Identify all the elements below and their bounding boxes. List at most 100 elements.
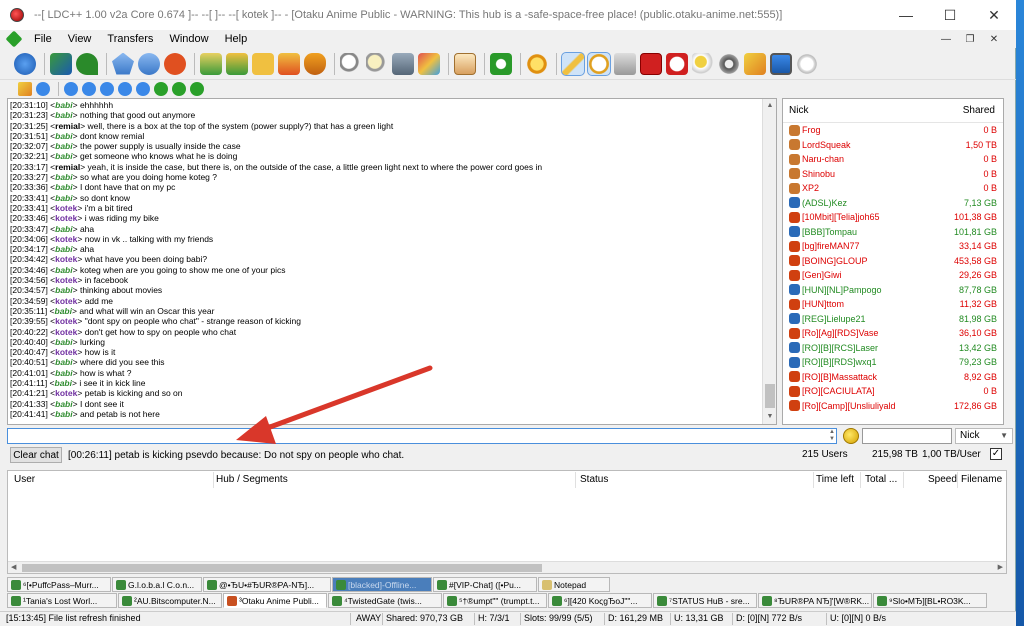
chat-nick[interactable]: babi [55,244,72,254]
chat-nick[interactable]: kotek [55,296,77,306]
lightning-icon[interactable] [744,52,766,75]
chat-nick[interactable]: kotek [55,275,77,285]
window-tab[interactable]: ⁸ЂUR®PA NЂ]'[W®RK... [758,593,872,608]
user-row[interactable]: XP2 0 B [783,181,1003,196]
volume-icon[interactable] [172,82,186,96]
chat-nick[interactable]: babi [55,337,72,347]
upload-queue-icon[interactable] [226,52,248,75]
mdi-minimize-button[interactable]: — [934,31,958,47]
column-hub-segments[interactable]: Hub / Segments [216,474,288,485]
window-tab[interactable]: [blacked]-Offline... [332,577,432,592]
search-spy-icon[interactable] [392,52,414,75]
chat-nick[interactable]: babi [55,151,72,161]
exit-icon[interactable] [640,52,662,75]
column-speed[interactable]: Speed [928,474,957,485]
menu-window[interactable]: Window [161,33,216,45]
chat-nick[interactable]: babi [55,378,72,388]
chat-nick[interactable]: babi [55,265,72,275]
hub-menu-icon[interactable] [5,30,23,48]
mdi-restore-button[interactable]: ❐ [958,31,982,47]
chat-nick[interactable]: babi [55,357,72,367]
user-row[interactable]: [Ro][Ag][RDS]Vase 36,10 GB [783,326,1003,341]
volume-up-icon[interactable] [154,82,168,96]
chat-nick[interactable]: remial [55,121,80,131]
chat-nick[interactable]: babi [55,110,72,120]
window-tab[interactable]: #[VIP-Chat] ([•Pu... [433,577,537,592]
quick-connect-icon[interactable] [18,82,32,96]
queue-icon[interactable] [200,52,222,75]
menu-view[interactable]: View [60,33,100,45]
column-divider[interactable] [813,472,814,488]
chat-scroll-thumb[interactable] [765,384,775,408]
recent-hubs-icon[interactable] [164,52,186,75]
maximize-button[interactable]: ☐ [928,0,972,30]
home-icon[interactable] [796,52,818,75]
minimize-button[interactable]: — [884,0,928,30]
chat-nick[interactable]: babi [55,306,72,316]
clear-chat-button[interactable]: Clear chat [10,447,62,463]
chat-nick[interactable]: babi [55,172,72,182]
public-hubs-icon[interactable] [14,52,36,75]
column-time-left[interactable]: Time left [816,474,854,485]
user-row[interactable]: [RO][B][RCS]Laser 13,42 GB [783,341,1003,356]
title-bar[interactable]: --[ LDC++ 1.00 v2a Core 0.674 ]-- --[ ]-… [0,0,1016,30]
user-row[interactable]: [BBB]Tompau 101,81 GB [783,225,1003,240]
window-tab[interactable]: ³Otaku Anime Publi... [223,593,327,608]
away-clock-icon[interactable] [587,51,611,76]
chat-nick[interactable]: kotek [55,213,77,223]
volume-down-icon[interactable] [190,82,204,96]
chat-nick[interactable]: kotek [55,327,77,337]
window-tab[interactable]: ⁵†®umpt"" (trumpt.t... [443,593,547,608]
window-tab[interactable]: @•ЂU•#ЂUR®PA-NЂ]... [203,577,331,592]
column-total[interactable]: Total ... [865,474,897,485]
music-icon[interactable] [304,52,326,75]
user-row[interactable]: Shinobu 0 B [783,167,1003,182]
search-icon[interactable] [340,52,362,75]
column-status[interactable]: Status [580,474,608,485]
pause-icon[interactable] [100,82,114,96]
user-row[interactable]: [HUN][NL]Pampogo 87,78 GB [783,283,1003,298]
chat-nick[interactable]: babi [55,285,72,295]
disk-icon[interactable] [718,52,740,75]
chat-nick[interactable]: babi [55,224,72,234]
reconnect-icon[interactable] [50,52,72,75]
chat-scrollbar[interactable]: ▲ ▼ [762,99,776,424]
column-nick[interactable]: Nick [783,105,963,116]
chat-nick[interactable]: kotek [55,203,77,213]
window-tab[interactable]: ⁷STATUS HuB - sre... [653,593,757,608]
mdi-close-button[interactable]: ✕ [982,31,1006,47]
close-button[interactable]: ✕ [972,0,1016,30]
chat-nick[interactable]: babi [55,131,72,141]
input-spinner[interactable]: ▲ ▼ [827,429,837,443]
weather-icon[interactable] [692,52,714,75]
window-tab[interactable]: ²AU.Bitscomputer.N... [118,593,222,608]
user-row[interactable]: [Gen]Giwi 29,26 GB [783,268,1003,283]
user-row[interactable]: [bg]fireMAN77 33,14 GB [783,239,1003,254]
refresh-share-icon[interactable] [490,52,512,75]
menu-transfers[interactable]: Transfers [99,33,161,45]
window-tab[interactable]: ¹Tania's Lost Worl... [7,593,117,608]
limiter-icon[interactable] [614,52,636,75]
window-tab[interactable]: G.l.o.b.a.l C.o.n... [112,577,202,592]
app-icon[interactable] [10,8,24,22]
settings-gear-icon[interactable] [526,52,548,75]
column-divider[interactable] [213,472,214,488]
column-divider[interactable] [575,472,576,488]
chat-nick[interactable]: babi [55,368,72,378]
network-stats-icon[interactable] [418,52,440,75]
chat-nick[interactable]: remial [55,162,80,172]
chat-nick[interactable]: babi [55,399,72,409]
chat-nick[interactable]: babi [55,100,72,110]
window-tab[interactable]: ⁹Slo•MЂ][BL•RO3K... [873,593,987,608]
user-row[interactable]: [BOING]GLOUP 453,58 GB [783,254,1003,269]
scroll-right-icon[interactable]: ▶ [998,562,1003,574]
user-row[interactable]: [RO][B][RDS]wxq1 79,23 GB [783,355,1003,370]
column-user[interactable]: User [14,474,35,485]
transfer-scroll-thumb[interactable] [22,564,542,572]
s-icon[interactable] [36,82,50,96]
show-userlist-checkbox[interactable]: ✓ [990,448,1002,460]
window-tab[interactable]: Notepad [538,577,610,592]
chat-nick[interactable]: babi [55,141,72,151]
user-row[interactable]: (ADSL)Kez 7,13 GB [783,196,1003,211]
column-filename[interactable]: Filename [961,474,1002,485]
